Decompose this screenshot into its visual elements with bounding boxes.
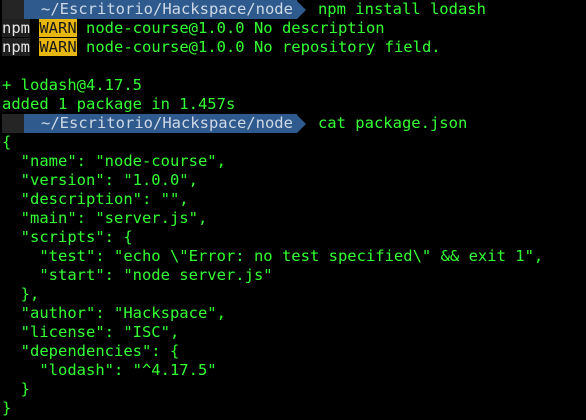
prompt-command: cat package.json	[317, 114, 468, 132]
json-line: "description": "",	[2, 190, 189, 208]
json-line: "name": "node-course",	[2, 152, 226, 170]
prompt-arrow-icon	[296, 0, 306, 19]
prompt-context-segment	[2, 0, 24, 19]
prompt-path: ~/Escritorio/Hackspace/node	[24, 0, 297, 19]
json-line: "lodash": "^4.17.5"	[2, 361, 217, 379]
warn-badge: WARN	[39, 19, 77, 37]
npm-warning-line-2: npm WARN node-course@1.0.0 No repository…	[2, 38, 586, 57]
shell-prompt-2: ~/Escritorio/Hackspace/node cat package.…	[2, 114, 586, 133]
json-line: "scripts": {	[2, 228, 133, 246]
install-summary: added 1 package in 1.457s	[2, 95, 236, 113]
json-line: },	[2, 285, 40, 303]
prompt-arrow-icon	[296, 114, 306, 133]
json-line: "version": "1.0.0",	[2, 171, 198, 189]
json-line: "start": "node server.js"	[2, 266, 273, 284]
prompt-path: ~/Escritorio/Hackspace/node	[24, 114, 297, 133]
json-line: }	[2, 399, 12, 417]
terminal-window[interactable]: ~/Escritorio/Hackspace/node npm install …	[0, 0, 586, 420]
json-line: "main": "server.js",	[2, 209, 208, 227]
warning-message: node-course@1.0.0 No repository field.	[76, 38, 441, 56]
prompt-command: npm install lodash	[317, 0, 486, 18]
npm-warning-line-1: npm WARN node-course@1.0.0 No descriptio…	[2, 19, 586, 38]
install-added-package: + lodash@4.17.5	[2, 76, 142, 94]
npm-label: npm	[2, 19, 30, 37]
npm-label: npm	[2, 38, 30, 56]
json-line: {	[2, 133, 12, 151]
warn-badge: WARN	[39, 38, 77, 56]
json-line: "dependencies": {	[2, 342, 180, 360]
json-line: "author": "Hackspace",	[2, 304, 226, 322]
warning-message: node-course@1.0.0 No description	[76, 19, 385, 37]
shell-prompt-1: ~/Escritorio/Hackspace/node npm install …	[2, 0, 586, 19]
json-line: }	[2, 380, 30, 398]
json-line: "license": "ISC",	[2, 323, 180, 341]
json-line: "test": "echo \"Error: no test specified…	[2, 247, 544, 265]
prompt-context-segment	[2, 114, 24, 133]
